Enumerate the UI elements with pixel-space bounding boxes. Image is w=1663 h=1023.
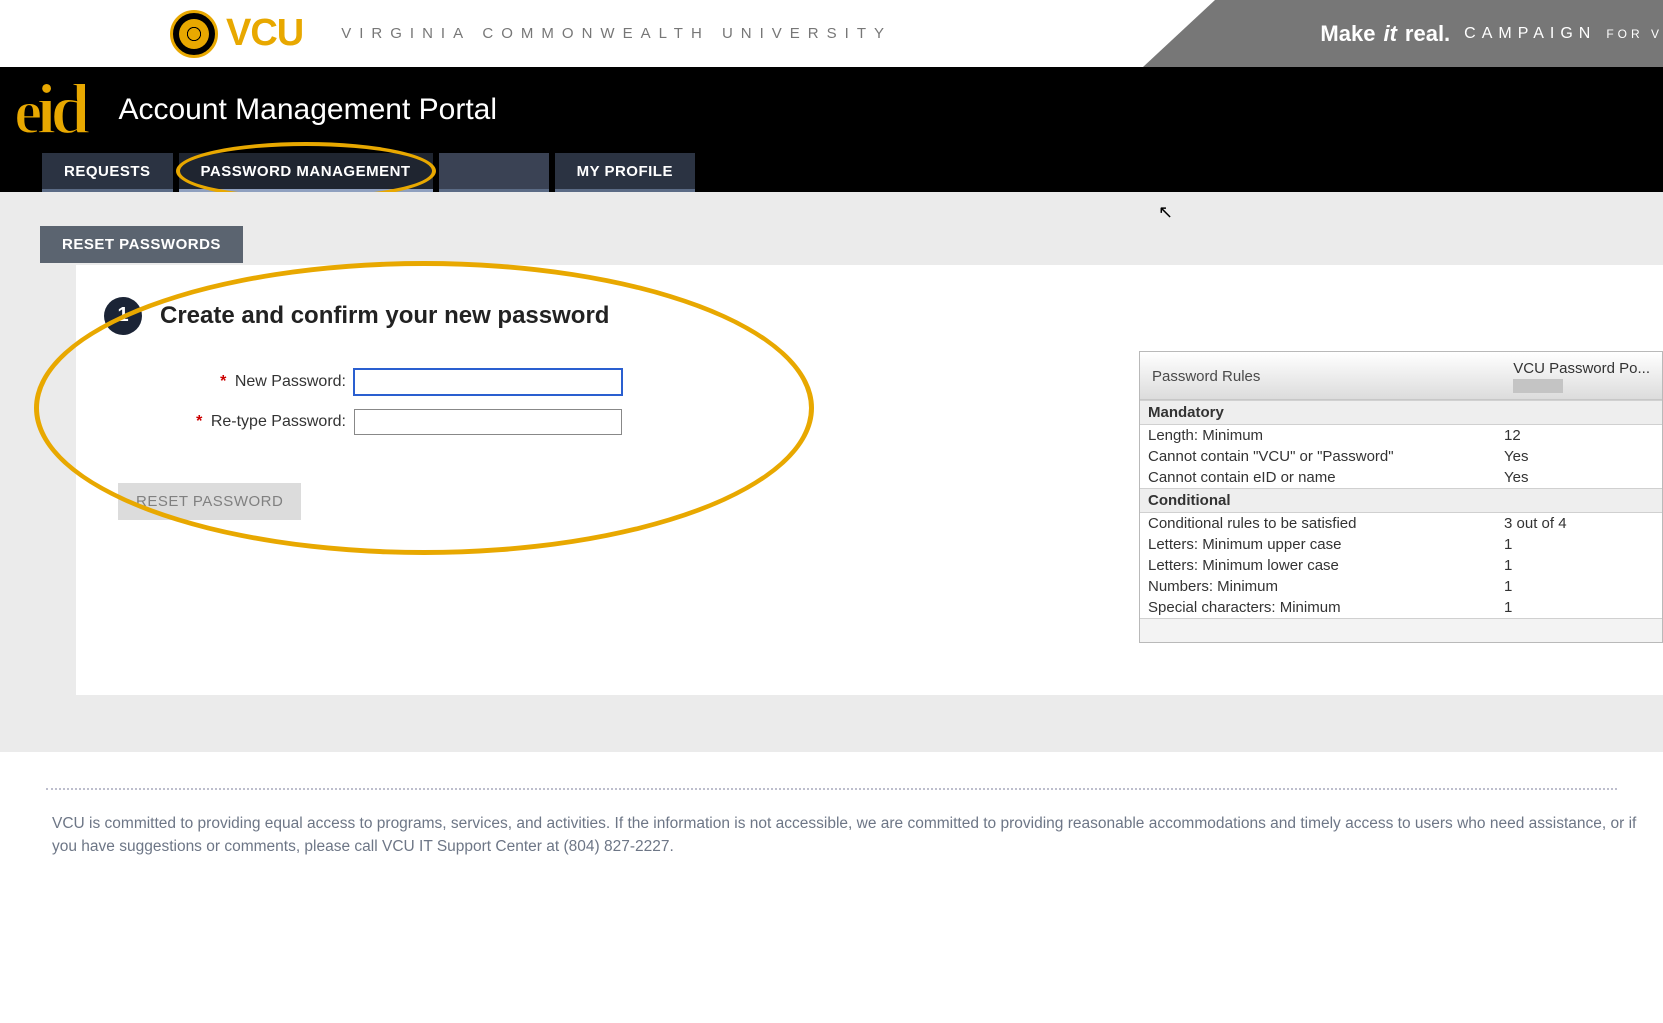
rule-value: 3 out of 4 bbox=[1504, 515, 1654, 532]
rule-row: Letters: Minimum upper case1 bbox=[1140, 534, 1662, 555]
rule-key: Conditional rules to be satisfied bbox=[1148, 515, 1504, 532]
tab-password-management-label: PASSWORD MANAGEMENT bbox=[201, 163, 411, 180]
rule-key: Length: Minimum bbox=[1148, 427, 1504, 444]
rule-key: Letters: Minimum lower case bbox=[1148, 557, 1504, 574]
rules-header-left: Password Rules bbox=[1152, 360, 1260, 385]
vcu-seal-icon bbox=[170, 10, 218, 58]
rule-key: Letters: Minimum upper case bbox=[1148, 536, 1504, 553]
retype-password-input[interactable] bbox=[354, 409, 622, 435]
rules-section-conditional: Conditional bbox=[1140, 488, 1662, 513]
rule-value: 1 bbox=[1504, 599, 1654, 616]
campaign-real: real. bbox=[1405, 21, 1450, 47]
portal-header: eid Account Management Portal REQUESTS P… bbox=[0, 67, 1663, 192]
rule-row: Numbers: Minimum1 bbox=[1140, 576, 1662, 597]
rules-header: Password Rules VCU Password Po... bbox=[1140, 352, 1662, 400]
rule-row: Cannot contain eID or nameYes bbox=[1140, 467, 1662, 488]
tab-blank[interactable] bbox=[439, 153, 549, 192]
accessibility-footer: VCU is committed to providing equal acce… bbox=[0, 790, 1663, 889]
password-form: * New Password: * Re-type Password: RESE… bbox=[114, 369, 622, 520]
rules-policy-name: VCU Password Po... bbox=[1513, 360, 1650, 377]
tab-password-management[interactable]: PASSWORD MANAGEMENT bbox=[179, 153, 433, 192]
main-tabs: REQUESTS PASSWORD MANAGEMENT MY PROFILE bbox=[14, 153, 1663, 192]
row-new-password: * New Password: bbox=[114, 369, 622, 395]
password-card: 1 Create and confirm your new password *… bbox=[76, 265, 1663, 695]
main-area: ↖ RESET PASSWORDS 1 Create and confirm y… bbox=[0, 192, 1663, 752]
label-retype-password: Re-type Password: bbox=[211, 413, 346, 430]
rule-key: Numbers: Minimum bbox=[1148, 578, 1504, 595]
password-rules-panel: Password Rules VCU Password Po... Mandat… bbox=[1139, 351, 1663, 643]
campaign-flag: Make it real. CAMPAIGN FOR V bbox=[1143, 0, 1663, 67]
rule-value: 1 bbox=[1504, 557, 1654, 574]
rule-value: Yes bbox=[1504, 469, 1654, 486]
cursor-icon: ↖ bbox=[1158, 202, 1173, 223]
step-title: Create and confirm your new password bbox=[160, 302, 609, 330]
campaign-it: it bbox=[1383, 21, 1396, 47]
rule-value: 1 bbox=[1504, 578, 1654, 595]
vcu-wordmark: VCU bbox=[226, 12, 303, 55]
university-banner: VCU VIRGINIA COMMONWEALTH UNIVERSITY Mak… bbox=[0, 0, 1663, 67]
vcu-full-name: VIRGINIA COMMONWEALTH UNIVERSITY bbox=[341, 25, 892, 42]
row-retype-password: * Re-type Password: bbox=[114, 409, 622, 435]
campaign-word: CAMPAIGN bbox=[1464, 25, 1596, 43]
step-number-badge: 1 bbox=[104, 297, 142, 335]
rule-row: Length: Minimum12 bbox=[1140, 425, 1662, 446]
rule-value: 12 bbox=[1504, 427, 1654, 444]
rule-key: Cannot contain "VCU" or "Password" bbox=[1148, 448, 1504, 465]
rules-section-mandatory: Mandatory bbox=[1140, 400, 1662, 425]
campaign-for: FOR V bbox=[1606, 27, 1663, 41]
rule-key: Special characters: Minimum bbox=[1148, 599, 1504, 616]
policy-progress-icon bbox=[1513, 379, 1563, 393]
rule-row: Conditional rules to be satisfied3 out o… bbox=[1140, 513, 1662, 534]
rule-row: Cannot contain "VCU" or "Password"Yes bbox=[1140, 446, 1662, 467]
tab-my-profile[interactable]: MY PROFILE bbox=[555, 153, 695, 192]
required-star-icon: * bbox=[196, 413, 202, 430]
reset-password-button[interactable]: RESET PASSWORD bbox=[118, 483, 301, 520]
label-new-password: New Password: bbox=[235, 373, 346, 390]
rule-row: Special characters: Minimum1 bbox=[1140, 597, 1662, 618]
eid-logo-icon: eid bbox=[14, 81, 84, 139]
portal-title: Account Management Portal bbox=[118, 93, 497, 127]
rule-value: Yes bbox=[1504, 448, 1654, 465]
rule-key: Cannot contain eID or name bbox=[1148, 469, 1504, 486]
vcu-logo-group: VCU VIRGINIA COMMONWEALTH UNIVERSITY bbox=[170, 10, 892, 58]
subtab-reset-passwords[interactable]: RESET PASSWORDS bbox=[40, 226, 243, 263]
step-heading: 1 Create and confirm your new password bbox=[104, 297, 622, 335]
tab-requests[interactable]: REQUESTS bbox=[42, 153, 173, 192]
rules-footer-spacer bbox=[1140, 618, 1662, 642]
rules-header-right: VCU Password Po... bbox=[1513, 360, 1650, 393]
rule-value: 1 bbox=[1504, 536, 1654, 553]
campaign-make: Make bbox=[1320, 21, 1375, 47]
new-password-input[interactable] bbox=[354, 369, 622, 395]
rule-row: Letters: Minimum lower case1 bbox=[1140, 555, 1662, 576]
required-star-icon: * bbox=[220, 373, 226, 390]
